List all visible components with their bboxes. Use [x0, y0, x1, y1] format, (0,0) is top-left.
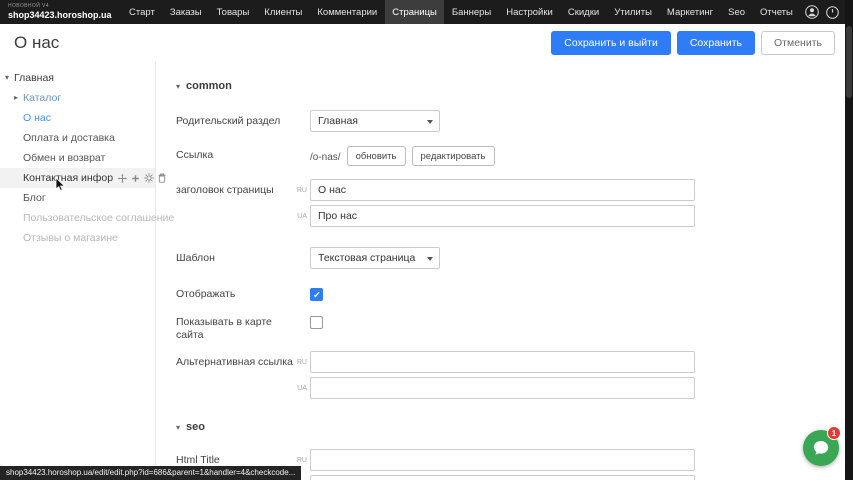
section-common[interactable]: ▾ common [176, 80, 853, 92]
field-label: заголовок страницы [176, 179, 296, 197]
sidebar-item-label: Пользовательское соглашение [23, 212, 174, 224]
menu-item-comments[interactable]: Комментарии [310, 0, 385, 24]
field-label: Родительский раздел [176, 110, 296, 128]
vertical-scrollbar[interactable] [845, 0, 853, 480]
lang-ru-label: RU [296, 351, 310, 373]
save-and-exit-button[interactable]: Сохранить и выйти [551, 31, 671, 55]
field-label: Шаблон [176, 247, 296, 265]
menu-item-orders[interactable]: Заказы [162, 0, 209, 24]
field-label: Альтернативная ссылка [176, 351, 296, 369]
menu-item-clients[interactable]: Клиенты [257, 0, 310, 24]
page-tree-sidebar: ▾ Главная ▸ Каталог О нас Оплата и доста… [0, 62, 156, 480]
sidebar-item-payment-delivery[interactable]: Оплата и доставка [0, 128, 155, 148]
sidebar-item-exchange-return[interactable]: Обмен и возврат [0, 148, 155, 168]
alt-link-ua-input[interactable] [310, 377, 695, 399]
page-title-ru-input[interactable] [310, 179, 695, 201]
sidebar-item-label: Отзывы о магазине [23, 232, 118, 244]
menu-item-settings[interactable]: Настройки [499, 0, 561, 24]
brand-subtitle: НОВОВНОЙ V4 [8, 4, 112, 9]
menu-item-products[interactable]: Товары [209, 0, 257, 24]
section-title: seo [186, 421, 205, 433]
sidebar-item-home[interactable]: ▾ Главная [0, 68, 155, 88]
chevron-down-icon: ▾ [176, 423, 180, 432]
sidebar-item-blog[interactable]: Блог [0, 188, 155, 208]
row-link: Ссылка /o-nas/ обновить редактировать [176, 144, 853, 166]
row-parent-section: Родительский раздел Главная [176, 110, 853, 132]
display-checkbox[interactable] [310, 288, 323, 301]
menu-item-utilities[interactable]: Утилиты [607, 0, 660, 24]
field-label: Ссылка [176, 144, 296, 162]
alt-link-ru-input[interactable] [310, 351, 695, 373]
page-title: О нас [14, 33, 59, 53]
menu-item-discounts[interactable]: Скидки [560, 0, 606, 24]
chevron-down-icon: ▾ [176, 82, 180, 91]
status-url-bubble: shop34423.horoshop.ua/edit/edit.php?id=6… [0, 466, 301, 480]
field-label: Показывать в карте сайта [176, 311, 296, 342]
sidebar-item-contact-info[interactable]: Контактная инфор [0, 168, 155, 188]
gear-icon[interactable] [144, 173, 154, 183]
row-page-title: заголовок страницы RU UA [176, 179, 853, 231]
selected-value: Главная [318, 115, 358, 127]
scrollbar-thumb[interactable] [846, 26, 852, 98]
brand[interactable]: НОВОВНОЙ V4 shop34423.horoshop.ua [0, 2, 122, 22]
section-title: common [186, 80, 232, 92]
lang-ua-label: UA [296, 205, 310, 227]
sidebar-item-label: Главная [14, 72, 54, 84]
cancel-button[interactable]: Отменить [761, 31, 835, 55]
chat-widget-button[interactable]: 1 [803, 430, 839, 466]
account-icon[interactable] [805, 5, 819, 19]
sidebar-item-label: Обмен и возврат [23, 152, 105, 164]
link-refresh-button[interactable]: обновить [347, 146, 406, 166]
link-edit-button[interactable]: редактировать [412, 146, 495, 166]
sidebar-item-label: Оплата и доставка [23, 132, 115, 144]
save-button[interactable]: Сохранить [677, 31, 755, 55]
body: ▾ Главная ▸ Каталог О нас Оплата и доста… [0, 62, 853, 480]
menu-item-pages[interactable]: Страницы [385, 0, 445, 24]
menu-item-start[interactable]: Старт [122, 0, 163, 24]
template-select[interactable]: Текстовая страница [310, 247, 440, 269]
menu-item-banners[interactable]: Баннеры [444, 0, 498, 24]
row-display: Отображать [176, 283, 853, 301]
sitemap-checkbox[interactable] [310, 316, 323, 329]
main-menu: Старт Заказы Товары Клиенты Комментарии … [122, 0, 801, 24]
selected-value: Текстовая страница [318, 252, 415, 264]
row-template: Шаблон Текстовая страница [176, 247, 853, 269]
row-alt-link: Альтернативная ссылка RU UA [176, 351, 853, 403]
page-title-ua-input[interactable] [310, 205, 695, 227]
sidebar-item-label: Каталог [23, 92, 61, 104]
html-title-ru-input[interactable] [310, 449, 695, 471]
brand-domain: shop34423.horoshop.ua [8, 11, 112, 20]
parent-section-select[interactable]: Главная [310, 110, 440, 132]
menu-item-seo[interactable]: Seo [721, 0, 753, 24]
sidebar-item-catalog[interactable]: ▸ Каталог [0, 88, 155, 108]
chat-bubble-icon [812, 439, 830, 457]
sidebar-item-user-agreement[interactable]: Пользовательское соглашение [0, 208, 155, 228]
sidebar-item-label: Контактная инфор [23, 172, 113, 184]
chevron-down-icon: ▾ [5, 73, 9, 82]
page-header: О нас Сохранить и выйти Сохранить Отмени… [0, 24, 853, 62]
header-actions: Сохранить и выйти Сохранить Отменить [551, 31, 839, 55]
section-seo[interactable]: ▾ seo [176, 421, 853, 433]
link-path: /o-nas/ [310, 150, 341, 163]
sidebar-item-about[interactable]: О нас [0, 108, 155, 128]
add-icon[interactable] [131, 174, 140, 183]
menu-item-reports[interactable]: Отчеты [753, 0, 801, 24]
sidebar-item-label: Блог [23, 192, 46, 204]
menu-item-marketing[interactable]: Маркетинг [659, 0, 720, 24]
chat-unread-badge: 1 [827, 426, 841, 440]
page-edit-form: ▾ common Родительский раздел Главная Ссы… [156, 62, 853, 480]
sidebar-item-store-reviews[interactable]: Отзывы о магазине [0, 228, 155, 248]
app-window: НОВОВНОЙ V4 shop34423.horoshop.ua Старт … [0, 0, 853, 480]
lang-ua-label: UA [296, 377, 310, 399]
chevron-right-icon: ▸ [14, 93, 18, 102]
lang-ru-label: RU [296, 179, 310, 201]
topbar: НОВОВНОЙ V4 shop34423.horoshop.ua Старт … [0, 0, 853, 24]
move-icon[interactable] [118, 174, 127, 183]
row-sitemap: Показывать в карте сайта [176, 311, 853, 342]
field-label: Отображать [176, 283, 296, 301]
html-title-ua-input[interactable] [310, 475, 695, 480]
logout-icon[interactable] [826, 6, 839, 19]
sidebar-item-label: О нас [23, 112, 51, 124]
